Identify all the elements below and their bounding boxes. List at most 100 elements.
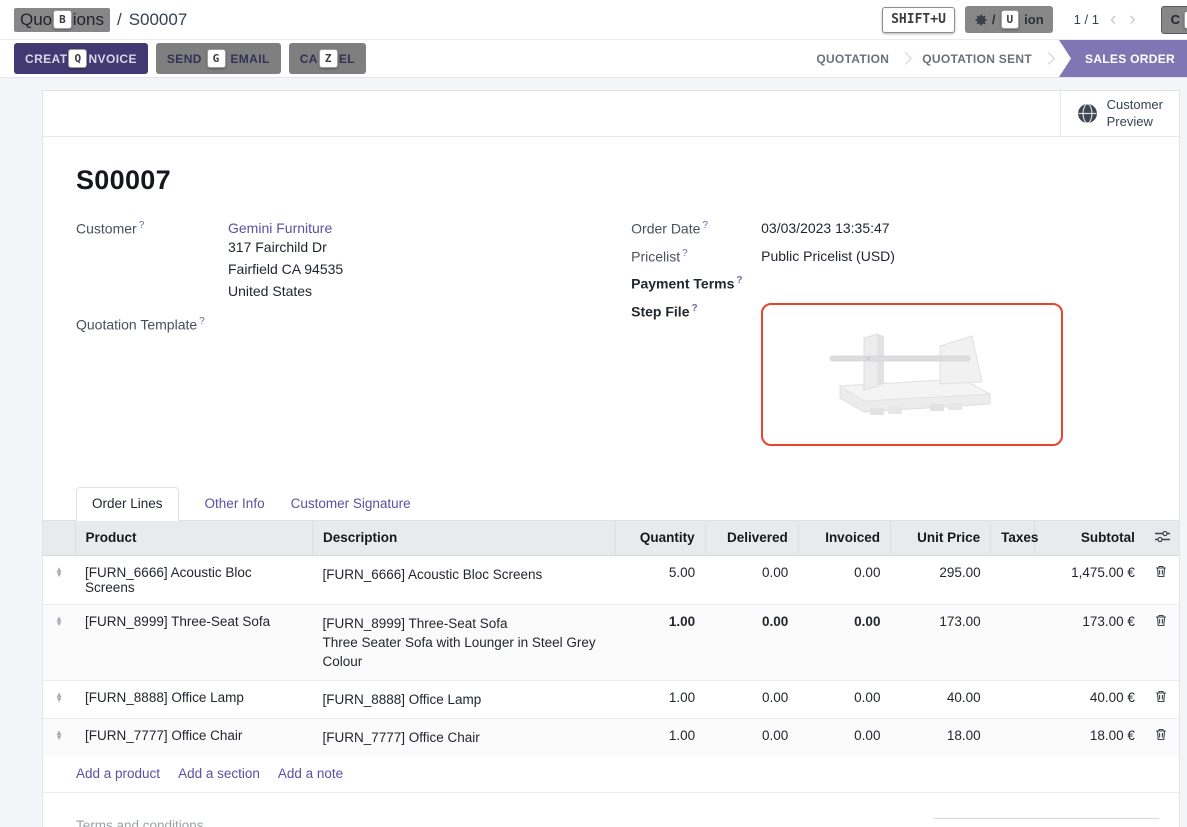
cell-description[interactable]: [FURN_7777] Office Chair	[312, 718, 616, 756]
drag-handle-icon[interactable]: ▲▼	[55, 692, 63, 702]
cell-delivered[interactable]: 0.00	[705, 604, 798, 680]
cell-unit-price[interactable]: 295.00	[890, 555, 990, 604]
payment-terms-field[interactable]: Payment Terms?	[631, 275, 1146, 292]
delete-row-icon[interactable]	[1155, 614, 1167, 627]
customer-preview-button[interactable]: CustomerPreview	[1060, 91, 1179, 136]
cell-delivered[interactable]: 0.00	[705, 680, 798, 718]
quotation-template-field[interactable]: Quotation Template?	[76, 316, 601, 333]
cell-product[interactable]: [FURN_8888] Office Lamp	[75, 680, 312, 718]
cell-quantity[interactable]: 1.00	[616, 604, 705, 680]
help-icon[interactable]: ?	[199, 316, 205, 327]
cell-product[interactable]: [FURN_8999] Three-Seat Sofa	[75, 604, 312, 680]
add-section-link[interactable]: Add a section	[178, 766, 260, 781]
help-icon[interactable]: ?	[702, 220, 708, 231]
column-header-quantity[interactable]: Quantity	[616, 521, 705, 556]
customer-label: Customer?	[76, 220, 228, 302]
add-product-link[interactable]: Add a product	[76, 766, 160, 781]
customer-value: Gemini Furniture 317 Fairchild Dr Fairfi…	[228, 220, 343, 302]
cell-unit-price[interactable]: 18.00	[890, 718, 990, 756]
column-header-invoiced[interactable]: Invoiced	[798, 521, 890, 556]
payment-terms-label: Payment Terms?	[631, 275, 761, 292]
table-row[interactable]: ▲▼ [FURN_8888] Office Lamp [FURN_8888] O…	[43, 680, 1179, 718]
tab-order-lines[interactable]: Order Lines	[76, 487, 179, 521]
cell-product[interactable]: [FURN_7777] Office Chair	[75, 718, 312, 756]
control-panel-right: SHIFT+U / U ion 1 / 1 ‹ › C	[881, 6, 1187, 34]
pricelist-value[interactable]: Public Pricelist (USD)	[761, 248, 895, 265]
total-box: Total: 1,706.00 €	[934, 818, 1159, 827]
order-date-label: Order Date?	[631, 220, 761, 237]
column-header-delivered[interactable]: Delivered	[705, 521, 798, 556]
stage-quotation-sent[interactable]: QUOTATION SENT	[910, 52, 1044, 66]
prev-page-icon[interactable]: ‹	[1108, 10, 1118, 29]
help-icon[interactable]: ?	[139, 220, 145, 231]
cell-quantity[interactable]: 1.00	[616, 718, 705, 756]
cell-taxes[interactable]	[991, 680, 1035, 718]
table-row[interactable]: ▲▼ [FURN_6666] Acoustic Bloc Screens [FU…	[43, 555, 1179, 604]
cell-description[interactable]: [FURN_8999] Three-Seat SofaThree Seater …	[312, 604, 616, 680]
delete-row-icon[interactable]	[1155, 690, 1167, 703]
add-note-link[interactable]: Add a note	[278, 766, 343, 781]
stage-sales-order-active[interactable]: SALES ORDER	[1059, 40, 1187, 77]
step-file-label: Step File?	[631, 303, 761, 446]
cell-quantity[interactable]: 5.00	[616, 555, 705, 604]
cell-invoiced[interactable]: 0.00	[798, 718, 890, 756]
breadcrumb-text-post: ions	[73, 10, 104, 30]
cell-unit-price[interactable]: 40.00	[890, 680, 990, 718]
delete-row-icon[interactable]	[1155, 565, 1167, 578]
cell-quantity[interactable]: 1.00	[616, 680, 705, 718]
cell-invoiced[interactable]: 0.00	[798, 555, 890, 604]
tab-other-info[interactable]: Other Info	[205, 488, 265, 520]
cell-taxes[interactable]	[991, 604, 1035, 680]
cut-off-button-label: C	[1171, 12, 1180, 27]
stage-quotation[interactable]: QUOTATION	[804, 52, 901, 66]
cell-delivered[interactable]: 0.00	[705, 555, 798, 604]
delete-row-icon[interactable]	[1155, 728, 1167, 741]
help-icon[interactable]: ?	[682, 248, 688, 259]
drag-handle-icon[interactable]: ▲▼	[55, 616, 63, 626]
help-icon[interactable]: ?	[692, 303, 698, 314]
drag-handle-icon[interactable]: ▲▼	[55, 730, 63, 740]
customer-preview-label: CustomerPreview	[1107, 97, 1163, 130]
statusbar: QUOTATION QUOTATION SENT SALES ORDER	[804, 40, 1187, 77]
column-header-taxes[interactable]: Taxes	[991, 521, 1035, 556]
action-menu-button[interactable]: / U ion	[965, 6, 1053, 33]
keyboard-hint-b: B	[53, 10, 72, 29]
optional-columns-header[interactable]	[1145, 521, 1179, 556]
cell-unit-price[interactable]: 173.00	[890, 604, 990, 680]
table-row[interactable]: ▲▼ [FURN_7777] Office Chair [FURN_7777] …	[43, 718, 1179, 756]
customer-field: Customer? Gemini Furniture 317 Fairchild…	[76, 220, 601, 302]
address-line: United States	[228, 281, 343, 302]
cell-invoiced[interactable]: 0.00	[798, 604, 890, 680]
step-file-image[interactable]	[761, 303, 1063, 446]
help-icon[interactable]: ?	[736, 275, 742, 286]
create-invoice-button[interactable]: CREATQNVOICE	[14, 43, 148, 74]
column-header-description[interactable]: Description	[312, 521, 616, 556]
drag-handle-icon[interactable]: ▲▼	[55, 567, 63, 577]
step-file-field: Step File?	[631, 303, 1146, 446]
cell-invoiced[interactable]: 0.00	[798, 680, 890, 718]
gear-icon	[974, 13, 988, 27]
order-date-value[interactable]: 03/03/2023 13:35:47	[761, 220, 889, 237]
quotation-template-label: Quotation Template?	[76, 316, 228, 333]
terms-and-conditions-input[interactable]: Terms and conditions...	[76, 818, 215, 827]
column-header-subtotal[interactable]: Subtotal	[1035, 521, 1145, 556]
table-row[interactable]: ▲▼ [FURN_8999] Three-Seat Sofa [FURN_899…	[43, 604, 1179, 680]
cut-off-button[interactable]: C	[1161, 6, 1187, 34]
cell-description[interactable]: [FURN_8888] Office Lamp	[312, 680, 616, 718]
breadcrumb-quotations-link[interactable]: QuoBions	[14, 8, 110, 32]
column-header-product[interactable]: Product	[75, 521, 312, 556]
customer-link[interactable]: Gemini Furniture	[228, 220, 332, 236]
cancel-button[interactable]: CAZEL	[289, 43, 366, 74]
cell-taxes[interactable]	[991, 555, 1035, 604]
send-email-button[interactable]: SEND G EMAIL	[156, 43, 281, 74]
order-lines-table: Product Description Quantity Delivered I…	[43, 521, 1179, 756]
cell-product[interactable]: [FURN_6666] Acoustic Bloc Screens	[75, 555, 312, 604]
cell-taxes[interactable]	[991, 718, 1035, 756]
column-header-unit-price[interactable]: Unit Price	[890, 521, 990, 556]
cell-delivered[interactable]: 0.00	[705, 718, 798, 756]
address-line: 317 Fairchild Dr	[228, 237, 343, 258]
control-panel: QuoBions / S00007 SHIFT+U / U ion 1 / 1 …	[0, 0, 1187, 40]
cell-description[interactable]: [FURN_6666] Acoustic Bloc Screens	[312, 555, 616, 604]
tab-customer-signature[interactable]: Customer Signature	[291, 488, 411, 520]
next-page-icon[interactable]: ›	[1127, 10, 1137, 29]
